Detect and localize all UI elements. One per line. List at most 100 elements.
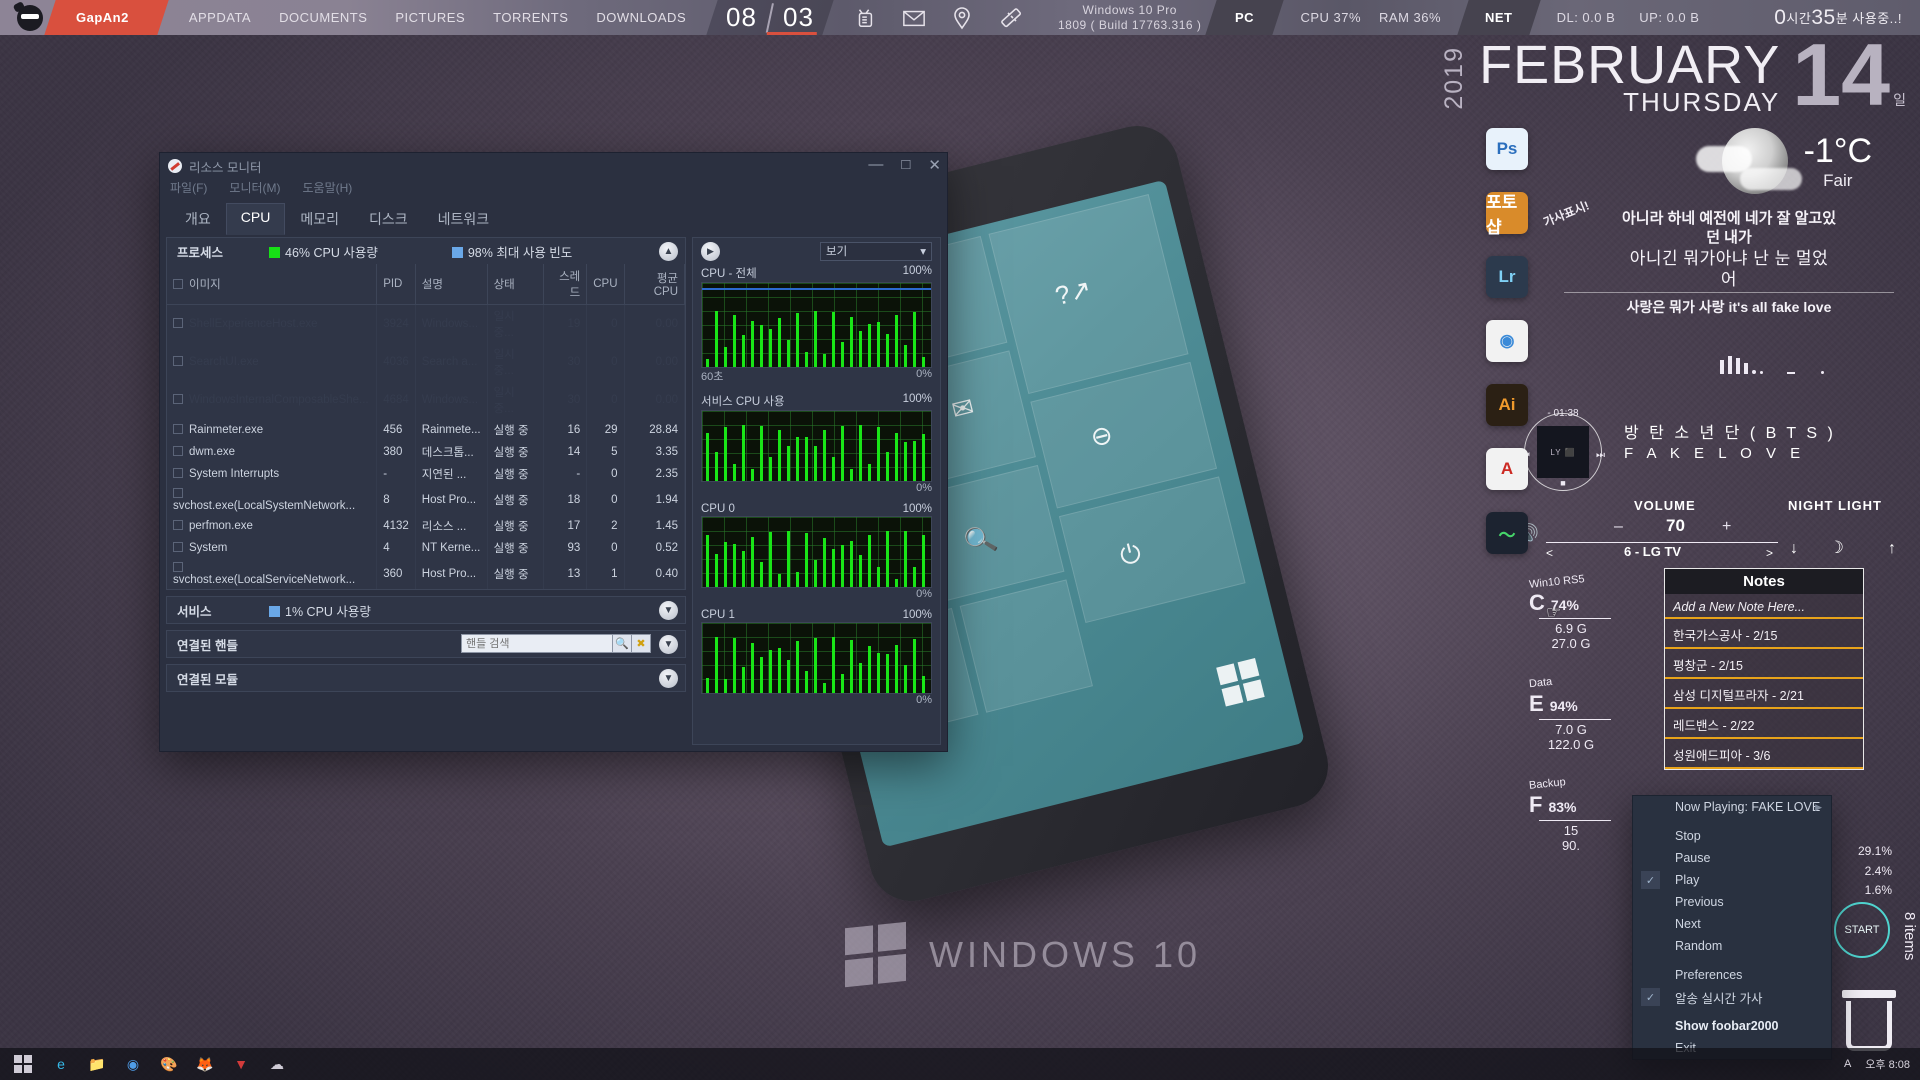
- col-threads[interactable]: 스레드: [543, 264, 588, 305]
- table-row[interactable]: Rainmeter.exe 456 Rainmete... 실행 중 16 29 28.84: [167, 419, 686, 441]
- volume-decrease-button[interactable]: –: [1614, 518, 1623, 536]
- night-light-icon[interactable]: ☽: [1829, 538, 1844, 558]
- rainmeter-icon[interactable]: ☁: [262, 1050, 292, 1078]
- menu-item-preferences[interactable]: Preferences: [1633, 964, 1831, 986]
- search-clear-icon[interactable]: ✖: [632, 634, 651, 653]
- maximize-icon[interactable]: □: [901, 156, 910, 174]
- link-appdata[interactable]: APPDATA: [189, 10, 251, 25]
- device-previous-button[interactable]: <: [1546, 546, 1553, 560]
- start-button-ring[interactable]: START: [1834, 902, 1890, 958]
- menu-item-pause[interactable]: Pause: [1633, 847, 1831, 869]
- close-icon[interactable]: ✕: [928, 156, 941, 174]
- note-item[interactable]: 평창군 - 2/15: [1665, 649, 1863, 679]
- device-next-button[interactable]: >: [1766, 546, 1773, 560]
- album-disc[interactable]: - 01:38 LY ⬛ ⏮ ⏭ ■: [1521, 408, 1605, 491]
- tray-clock[interactable]: 오후 8:08: [1865, 1056, 1910, 1072]
- link-downloads[interactable]: DOWNLOADS: [596, 10, 686, 25]
- handle-search-input[interactable]: [461, 634, 613, 653]
- menu-item-now-playing[interactable]: Now Playing: FAKE LOVE ▶: [1633, 796, 1831, 818]
- menu-item-previous[interactable]: Previous: [1633, 891, 1831, 913]
- col-image[interactable]: 이미지: [167, 264, 378, 305]
- col-status[interactable]: 상태: [487, 264, 544, 305]
- chevron-down-icon[interactable]: ▼: [659, 669, 678, 688]
- acrobat-icon[interactable]: A: [1486, 448, 1528, 490]
- tab-overview[interactable]: 개요: [170, 203, 226, 235]
- chrome-icon[interactable]: ◉: [118, 1050, 148, 1078]
- mail-icon[interactable]: [902, 8, 926, 28]
- add-note-input[interactable]: Add a New Note Here...: [1665, 594, 1863, 619]
- note-item[interactable]: 성원애드피아 - 3/6: [1665, 739, 1863, 769]
- col-desc[interactable]: 설명: [415, 264, 488, 305]
- tab-disk[interactable]: 디스크: [354, 203, 423, 235]
- user-name-badge[interactable]: GapAn2: [44, 0, 169, 35]
- col-avgcpu[interactable]: 평균 CPU: [624, 264, 686, 305]
- edge-icon[interactable]: e: [46, 1050, 76, 1078]
- link-torrents[interactable]: TORRENTS: [493, 10, 568, 25]
- table-row[interactable]: svchost.exe(LocalSystemNetwork... 8 Host P…: [167, 485, 686, 515]
- tv-icon[interactable]: [854, 7, 876, 29]
- picasa-icon[interactable]: ◉: [1486, 320, 1528, 362]
- arrow-down-icon[interactable]: ↓: [1790, 540, 1798, 558]
- minimize-icon[interactable]: —: [868, 156, 883, 174]
- link-pictures[interactable]: PICTURES: [395, 10, 465, 25]
- table-row[interactable]: System Interrupts - 지연된 ... 실행 중 -0 2.35: [167, 463, 686, 485]
- graph-view-select[interactable]: 보기 ▾: [820, 241, 932, 261]
- menu-item-play[interactable]: ✓ Play: [1633, 869, 1831, 891]
- arrow-up-icon[interactable]: ↑: [1888, 540, 1896, 558]
- monitor-icon[interactable]: 〜: [1486, 512, 1528, 554]
- menu-file[interactable]: 파일(F): [170, 179, 207, 199]
- lightroom-icon[interactable]: Lr: [1486, 256, 1528, 298]
- resource-monitor-window[interactable]: 리소스 모니터 — □ ✕ 파일(F) 모니터(M) 도움말(H) 개요 CPU…: [159, 152, 948, 752]
- windows-start-icon[interactable]: [6, 1049, 40, 1079]
- menu-monitor[interactable]: 모니터(M): [229, 179, 280, 199]
- vivaldi-icon[interactable]: ▼: [226, 1050, 256, 1078]
- menu-item-알송-실시간-가사[interactable]: ✓ 알송 실시간 가사: [1633, 986, 1831, 1008]
- link-documents[interactable]: DOCUMENTS: [279, 10, 367, 25]
- location-pin-icon[interactable]: [952, 6, 972, 30]
- sidebar-app-dock[interactable]: Ps 포토샵 Lr ◉ Ai A 〜: [1486, 128, 1528, 554]
- music-player-widget[interactable]: - 01:38 LY ⬛ ⏮ ⏭ ■ 방 탄 소 년 단 ( B T S ) F…: [1514, 405, 1906, 495]
- menu-item-show-foobar2000[interactable]: Show foobar2000: [1633, 1015, 1831, 1037]
- tab-cpu[interactable]: CPU: [225, 203, 286, 235]
- pc-section-label[interactable]: PC: [1205, 0, 1285, 35]
- table-row[interactable]: svchost.exe(LocalServiceNetwork... 360 Hos…: [167, 559, 686, 589]
- next-icon[interactable]: ⏭: [1596, 450, 1605, 461]
- menu-item-stop[interactable]: Stop: [1633, 825, 1831, 847]
- table-row[interactable]: ShellExperienceHost.exe 3924 Windows... 일시 …: [167, 304, 686, 343]
- recycle-bin-icon[interactable]: [1842, 990, 1902, 1052]
- table-row[interactable]: perfmon.exe 4132 리소스 ... 실행 중 17 2 1.45: [167, 515, 686, 537]
- tab-memory[interactable]: 메모리: [285, 203, 354, 235]
- chevron-down-icon[interactable]: ▼: [659, 601, 678, 620]
- menu-item-next[interactable]: Next: [1633, 913, 1831, 935]
- photoshop-icon[interactable]: Ps: [1486, 128, 1528, 170]
- col-pid[interactable]: PID: [376, 264, 416, 305]
- note-item[interactable]: 삼성 디지털프라자 - 2/21: [1665, 679, 1863, 709]
- table-row[interactable]: System 4 NT Kerne... 실행 중 93 0 0.52: [167, 537, 686, 559]
- stop-icon[interactable]: ■: [1560, 478, 1565, 488]
- note-item[interactable]: 한국가스공사 - 2/15: [1665, 619, 1863, 649]
- table-row[interactable]: SearchUI.exe 4036 Search a... 일시 중... 30 0 0.0…: [167, 343, 686, 381]
- tray-lang[interactable]: A: [1844, 1058, 1851, 1070]
- search-icon[interactable]: 🔍: [613, 634, 632, 653]
- table-row[interactable]: WindowsInternalComposableShe... 4684 Windo…: [167, 381, 686, 419]
- foobar2000-context-menu[interactable]: Now Playing: FAKE LOVE ▶ Stop Pause ✓ Play P…: [1632, 795, 1832, 1060]
- tab-network[interactable]: 네트워크: [423, 203, 505, 235]
- net-section-label[interactable]: NET: [1457, 0, 1541, 35]
- ruler-icon[interactable]: [998, 6, 1022, 30]
- volume-increase-button[interactable]: +: [1722, 518, 1731, 536]
- col-cpu[interactable]: CPU: [586, 264, 625, 305]
- illustrator-icon[interactable]: Ai: [1486, 384, 1528, 426]
- chevron-up-icon[interactable]: ▲: [659, 242, 678, 261]
- clock-widget[interactable]: 08 03: [706, 0, 834, 35]
- photoshop-label[interactable]: 포토샵: [1486, 192, 1528, 237]
- table-row[interactable]: dwm.exe 380 데스크톱... 실행 중 14 5 3.35: [167, 441, 686, 463]
- palette-icon[interactable]: 🎨: [154, 1050, 184, 1078]
- menu-help[interactable]: 도움말(H): [303, 179, 353, 199]
- note-item[interactable]: 레드밴스 - 2/22: [1665, 709, 1863, 739]
- menu-item-random[interactable]: Random: [1633, 935, 1831, 957]
- firefox-icon[interactable]: 🦊: [190, 1050, 220, 1078]
- window-titlebar[interactable]: 리소스 모니터 — □ ✕: [160, 153, 947, 179]
- folder-icon[interactable]: 📁: [82, 1050, 112, 1078]
- notes-widget[interactable]: Notes Add a New Note Here... 한국가스공사 - 2/1…: [1664, 568, 1864, 770]
- volume-slider[interactable]: [1546, 542, 1778, 543]
